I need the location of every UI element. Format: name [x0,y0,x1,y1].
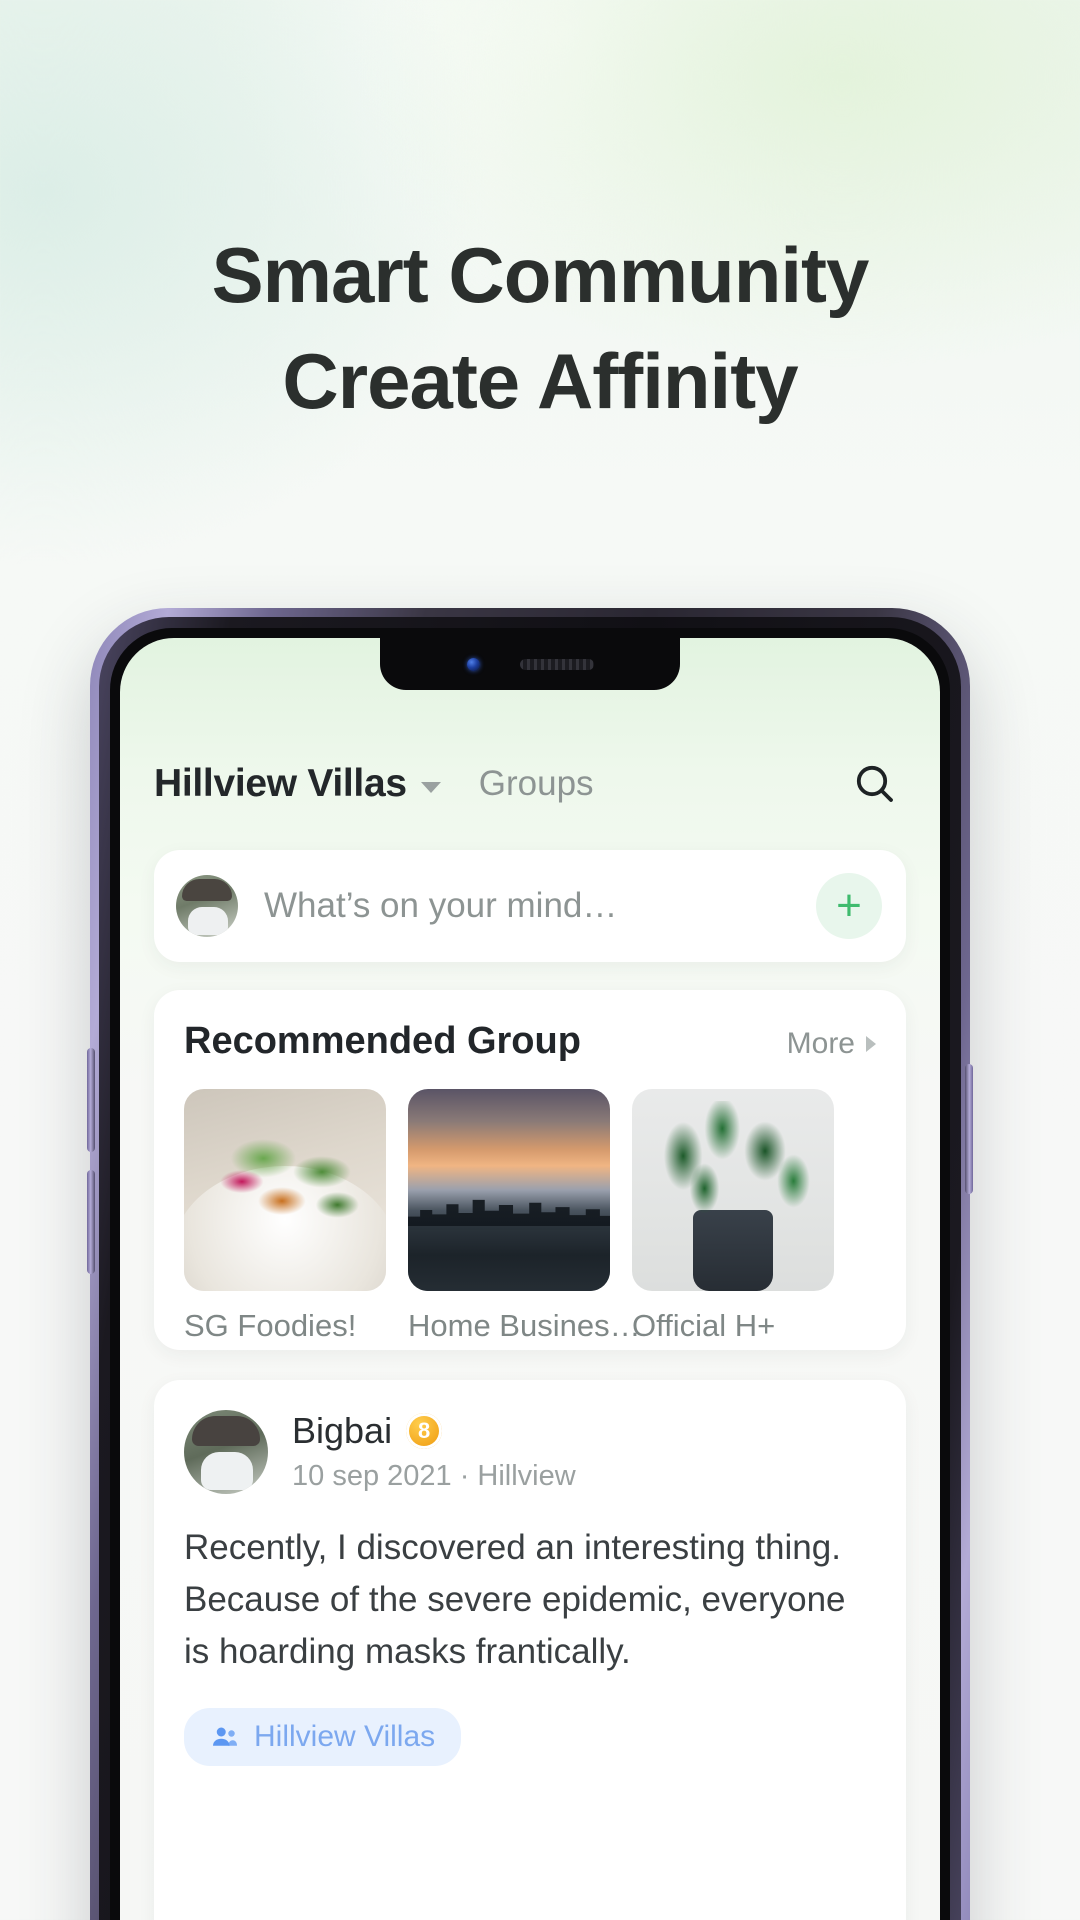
app-header: Hillview Villas Groups [120,738,940,830]
phone-notch [380,638,680,690]
group-list[interactable]: SG Foodies! Home Busines… Official H+ [154,1063,906,1344]
tab-groups[interactable]: Groups [479,764,594,804]
group-thumbnail [184,1089,386,1291]
post-header: Bigbai 8 10 sep 2021 · Hillview [184,1410,876,1494]
avatar[interactable] [184,1410,268,1494]
people-icon [213,1727,237,1746]
group-name: Home Busines… [408,1308,641,1343]
post-author-row: Bigbai 8 [292,1410,576,1452]
post-meta: 10 sep 2021 · Hillview [292,1460,576,1492]
level-badge-icon: 8 [406,1413,443,1449]
post-body: Recently, I discovered an interesting th… [184,1528,846,1671]
group-card[interactable]: Home Busines… [408,1089,641,1344]
group-thumbnail [632,1089,834,1291]
post-composer[interactable]: What’s on your mind… + [154,850,906,962]
search-button[interactable] [844,753,906,815]
volume-down-button[interactable] [87,1170,95,1274]
post-author-name[interactable]: Bigbai [292,1410,392,1452]
volume-up-button[interactable] [87,1048,95,1152]
hero-line-2: Create Affinity [282,337,798,425]
search-icon [856,765,893,802]
app-viewport: Hillview Villas Groups What’s on your mi… [120,638,940,1920]
post-group-tag-label: Hillview Villas [254,1720,436,1753]
section-title: Recommended Group [184,1020,581,1062]
community-name: Hillview Villas [154,762,407,805]
phone-mockup: Hillview Villas Groups What’s on your mi… [87,608,973,1920]
earpiece-speaker-icon [519,658,594,670]
avatar [176,875,238,937]
group-card[interactable]: SG Foodies! [184,1089,386,1344]
group-name: Official H+ [632,1308,776,1343]
recommended-group-header: Recommended Group More [154,1020,906,1063]
hero-headline: Smart Community Create Affinity [0,222,1080,434]
group-card[interactable]: Official H+ [632,1089,834,1344]
chevron-down-icon [420,781,441,793]
group-thumbnail [408,1089,610,1291]
chevron-right-icon [866,1036,876,1052]
recommended-group-card: Recommended Group More SG Foodies! Home … [154,990,906,1350]
front-camera-icon [466,657,480,671]
hero-line-1: Smart Community [211,231,870,319]
power-button[interactable] [965,1064,973,1194]
phone-screen: Hillview Villas Groups What’s on your mi… [120,638,940,1920]
feed-post: Bigbai 8 10 sep 2021 · Hillview Recently… [154,1380,906,1920]
add-post-button[interactable]: + [816,873,882,939]
composer-placeholder: What’s on your mind… [264,886,618,925]
post-group-tag[interactable]: Hillview Villas [184,1708,462,1766]
plus-icon: + [836,881,862,930]
more-label: More [786,1027,855,1060]
community-selector[interactable]: Hillview Villas [154,762,441,806]
more-link[interactable]: More [787,1027,876,1061]
group-name: SG Foodies! [184,1308,357,1343]
